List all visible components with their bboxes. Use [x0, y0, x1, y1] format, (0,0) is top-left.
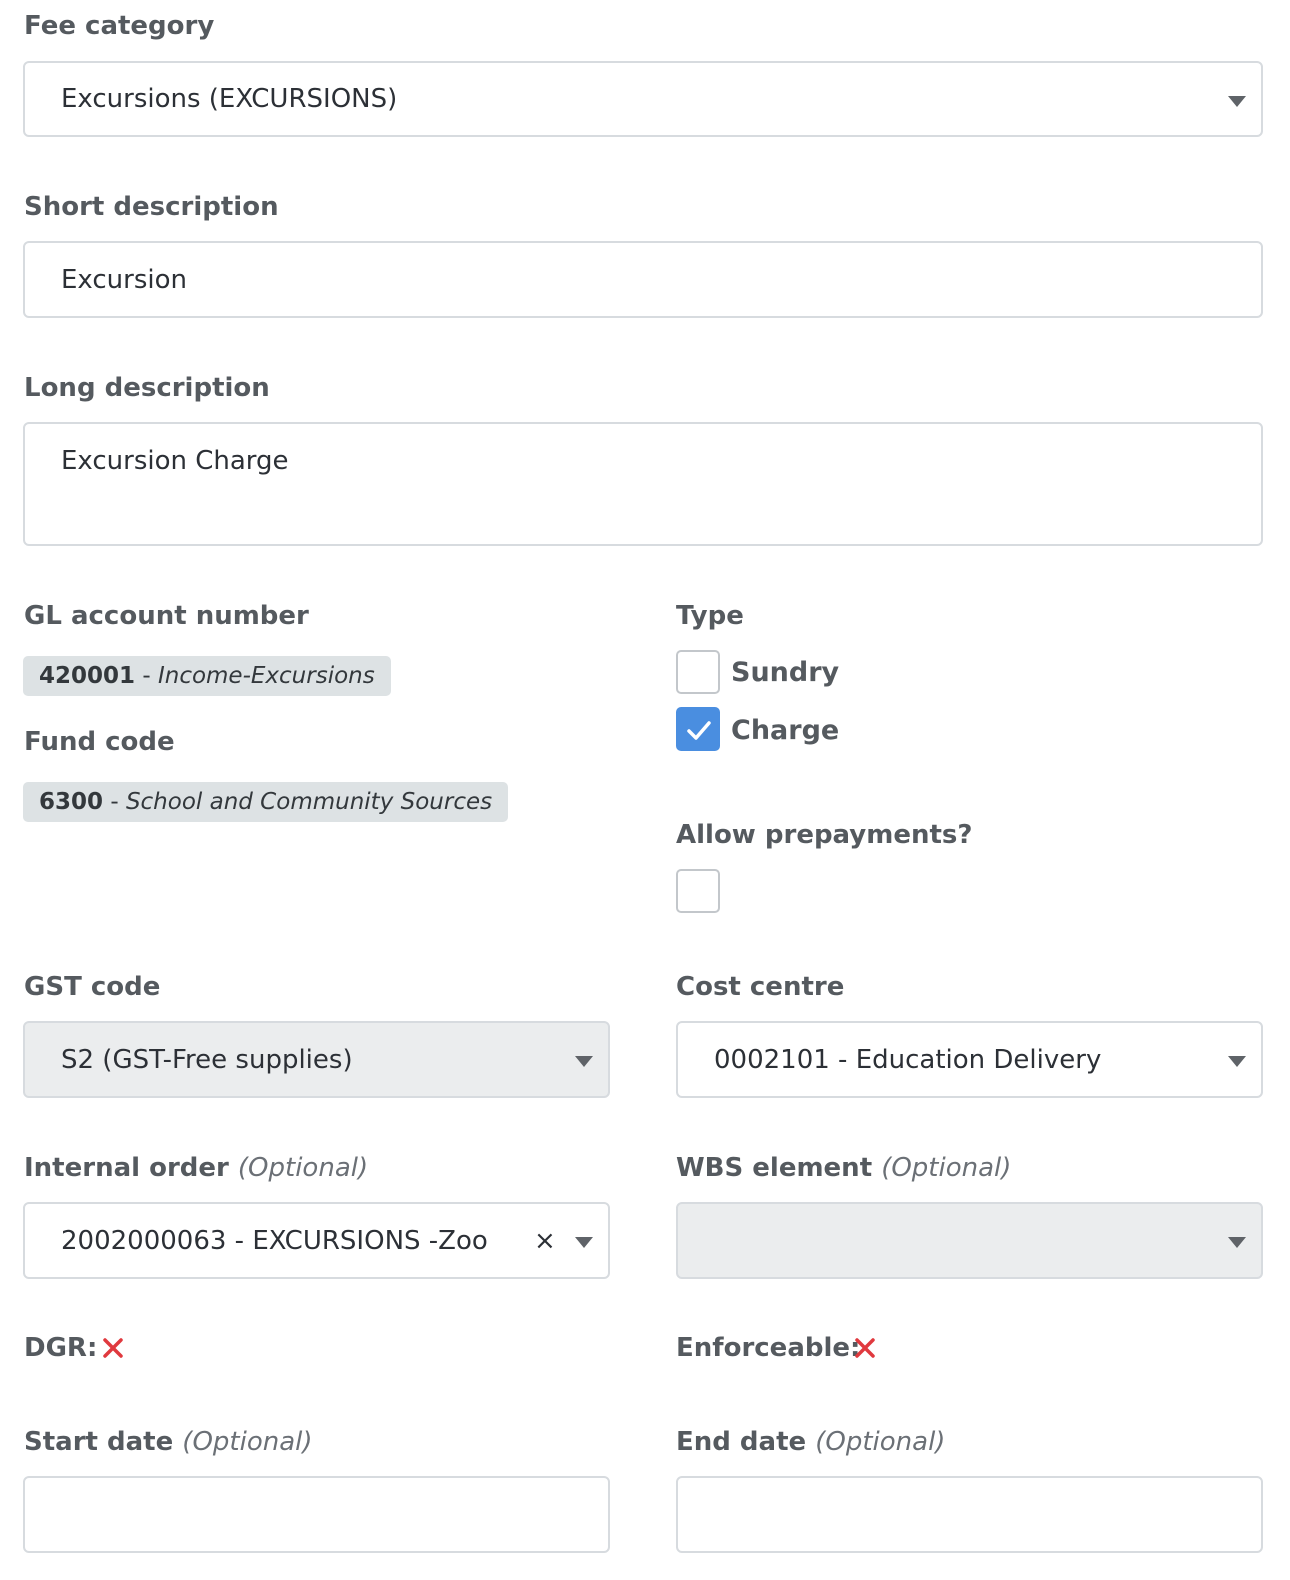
fee-category-label: Fee category [24, 11, 215, 41]
internal-order-select[interactable]: 2002000063 - EXCURSIONS -Zoo × [23, 1202, 610, 1279]
gl-account-chip: 420001 - Income-Excursions [23, 656, 391, 696]
wbs-element-label-text: WBS element [676, 1153, 873, 1183]
charge-checkbox[interactable] [676, 707, 720, 751]
chevron-down-icon [1228, 1237, 1246, 1248]
fee-category-value: Excursions (EXCURSIONS) [61, 84, 398, 114]
cross-icon [103, 1338, 123, 1358]
dgr-label: DGR: [24, 1333, 98, 1363]
start-date-input[interactable] [23, 1476, 610, 1553]
end-date-label-text: End date [676, 1427, 807, 1457]
fee-category-select[interactable]: Excursions (EXCURSIONS) [23, 61, 1263, 137]
fund-code-code: 6300 [39, 789, 104, 815]
checkmark-icon [687, 721, 711, 740]
chevron-down-icon [575, 1237, 593, 1248]
gst-code-select[interactable]: S2 (GST-Free supplies) [23, 1021, 610, 1098]
internal-order-label-text: Internal order [24, 1153, 229, 1183]
chevron-down-icon [1228, 1056, 1246, 1067]
start-date-label-text: Start date [24, 1427, 174, 1457]
cost-centre-label: Cost centre [676, 972, 845, 1002]
gst-code-label: GST code [24, 972, 161, 1002]
fund-code-name: School and Community Sources [125, 789, 493, 815]
fund-code-chip: 6300 - School and Community Sources [23, 782, 509, 822]
wbs-element-label: WBS element (Optional) [676, 1152, 1011, 1184]
end-date-input[interactable] [676, 1476, 1263, 1553]
short-description-input[interactable]: Excursion [23, 241, 1263, 318]
gl-account-label: GL account number [24, 601, 309, 631]
gl-account-name: Income-Excursions [157, 663, 375, 689]
wbs-element-optional: (Optional) [881, 1153, 1012, 1183]
gl-account-code: 420001 [39, 663, 136, 689]
end-date-label: End date (Optional) [676, 1426, 945, 1458]
allow-prepayments-checkbox[interactable] [676, 869, 720, 913]
end-date-optional: (Optional) [815, 1427, 946, 1457]
sundry-label[interactable]: Sundry [731, 657, 839, 689]
long-description-textarea[interactable]: Excursion Charge [23, 422, 1263, 546]
gl-account-separator: - [135, 663, 158, 689]
sundry-checkbox[interactable] [676, 650, 720, 694]
clear-icon[interactable]: × [534, 1228, 556, 1254]
start-date-label: Start date (Optional) [24, 1426, 313, 1458]
cost-centre-select[interactable]: 0002101 - Education Delivery [676, 1021, 1263, 1098]
charge-label[interactable]: Charge [731, 715, 839, 747]
type-label: Type [676, 601, 744, 631]
short-description-value: Excursion [61, 264, 187, 295]
chevron-down-icon [1228, 96, 1246, 107]
enforceable-label: Enforceable: [676, 1333, 861, 1363]
internal-order-optional: (Optional) [237, 1153, 369, 1183]
chevron-down-icon [575, 1056, 593, 1067]
fund-code-label: Fund code [24, 727, 175, 757]
allow-prepayments-label: Allow prepayments? [676, 820, 973, 850]
fund-code-separator: - [103, 789, 126, 815]
cross-icon [855, 1338, 875, 1358]
cost-centre-value: 0002101 - Education Delivery [714, 1044, 1102, 1075]
long-description-label: Long description [24, 373, 270, 403]
gst-code-value: S2 (GST-Free supplies) [61, 1044, 353, 1075]
internal-order-label: Internal order (Optional) [24, 1152, 368, 1184]
short-description-label: Short description [24, 192, 279, 222]
start-date-optional: (Optional) [182, 1427, 313, 1457]
long-description-value: Excursion Charge [61, 446, 289, 476]
wbs-element-select[interactable] [676, 1202, 1263, 1279]
internal-order-value: 2002000063 - EXCURSIONS -Zoo [61, 1225, 488, 1256]
